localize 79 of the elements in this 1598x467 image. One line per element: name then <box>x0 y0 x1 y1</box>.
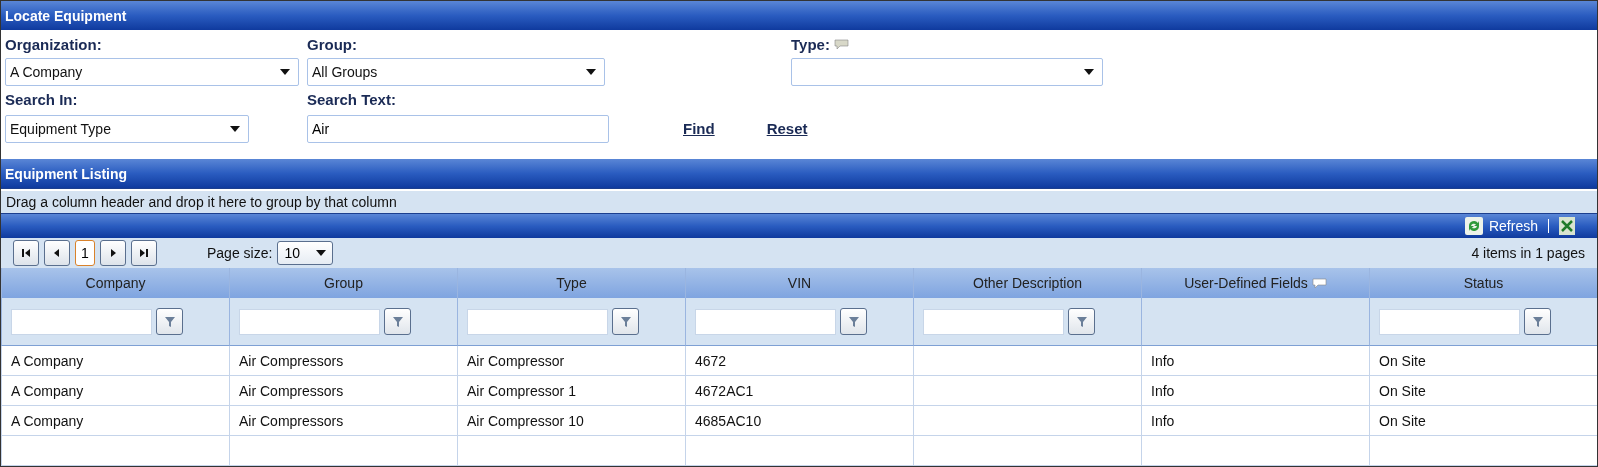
search-text-field[interactable]: Air <box>307 114 609 143</box>
table-cell: On Site <box>1369 406 1597 436</box>
table-cell: Air Compressor <box>457 346 685 376</box>
table-cell: 4672AC1 <box>685 376 913 406</box>
column-header[interactable]: Status <box>1369 268 1597 298</box>
table-cell: Info <box>1141 376 1369 406</box>
filter-field[interactable] <box>923 308 1064 335</box>
spreadsheet-export-icon[interactable] <box>1559 217 1575 236</box>
filter-button[interactable] <box>1068 308 1095 335</box>
table-cell: Air Compressor 1 <box>457 376 685 406</box>
table-cell: Info <box>1141 406 1369 436</box>
table-cell: Air Compressors <box>229 406 457 436</box>
page-size-label: Page size: <box>207 245 273 262</box>
last-page-icon <box>139 248 149 259</box>
table-cell: 4672 <box>685 346 913 376</box>
filter-icon <box>847 315 860 328</box>
table-cell: Info <box>1141 346 1369 376</box>
filter-field[interactable] <box>467 308 608 335</box>
filter-icon <box>1531 315 1544 328</box>
refresh-icon <box>1464 217 1483 236</box>
filter-field[interactable] <box>11 308 152 335</box>
table-cell: A Company <box>1 406 229 436</box>
panel-title: Equipment Listing <box>1 159 1597 188</box>
column-header[interactable]: User-Defined Fields <box>1141 268 1369 298</box>
field-label: Search In: <box>5 91 79 108</box>
pager-summary: 4 items in 1 pages <box>1471 245 1585 262</box>
field-label: Organization: <box>5 35 103 53</box>
filter-button[interactable] <box>840 308 867 335</box>
filter-button[interactable] <box>384 308 411 335</box>
previous-icon <box>52 248 62 259</box>
caret-icon <box>280 68 290 75</box>
table-cell: A Company <box>1 376 229 406</box>
page-number-button[interactable]: 1 <box>75 240 95 267</box>
field-label: Group: <box>307 35 358 53</box>
action-link[interactable]: Find <box>683 120 715 137</box>
next-icon <box>108 248 118 259</box>
filter-field[interactable] <box>239 308 380 335</box>
group-select[interactable]: All Groups <box>307 57 605 86</box>
filter-field[interactable] <box>1379 308 1520 335</box>
panel-title: Locate Equipment <box>1 1 1597 30</box>
table-cell: Air Compressors <box>229 376 457 406</box>
column-header[interactable]: Group <box>229 268 457 298</box>
table-cell: On Site <box>1369 376 1597 406</box>
column-header[interactable]: Other Description <box>913 268 1141 298</box>
caret-icon <box>316 250 327 257</box>
caret-icon <box>586 68 596 75</box>
filter-icon <box>1075 315 1088 328</box>
field-label: Type: <box>791 35 830 53</box>
previous-page-button[interactable] <box>44 240 70 267</box>
table-cell: A Company <box>1 346 229 376</box>
filter-button[interactable] <box>156 308 183 335</box>
group-drop-panel: Drag a column header and drop it here to group by that column <box>1 189 1597 214</box>
action-link[interactable]: Reset <box>766 120 808 137</box>
table-cell: On Site <box>1369 346 1597 376</box>
column-header[interactable]: Company <box>1 268 229 298</box>
column-header[interactable]: Type <box>457 268 685 298</box>
comment-icon <box>833 38 849 50</box>
comment-icon <box>1311 277 1327 289</box>
field-label: Search Text: <box>307 91 397 108</box>
table-cell: 4685AC10 <box>685 406 913 436</box>
first-page-button[interactable] <box>13 240 39 267</box>
table-cell: Air Compressor 10 <box>457 406 685 436</box>
filter-icon <box>391 315 404 328</box>
filter-button[interactable] <box>612 308 639 335</box>
refresh-button[interactable]: Refresh <box>1464 217 1538 236</box>
caret-icon <box>1084 68 1094 75</box>
column-header[interactable]: VIN <box>685 268 913 298</box>
caret-icon <box>230 125 240 132</box>
filter-button[interactable] <box>1524 308 1551 335</box>
filter-icon <box>619 315 632 328</box>
search-in-select[interactable]: Equipment Type <box>5 114 249 143</box>
first-page-icon <box>21 248 31 259</box>
filter-icon <box>163 315 176 328</box>
filter-field[interactable] <box>695 308 836 335</box>
organization-select[interactable]: A Company <box>5 57 299 86</box>
table-cell: Air Compressors <box>229 346 457 376</box>
page-size-select[interactable]: 10 <box>277 241 334 266</box>
last-page-button[interactable] <box>131 240 157 267</box>
next-page-button[interactable] <box>100 240 126 267</box>
